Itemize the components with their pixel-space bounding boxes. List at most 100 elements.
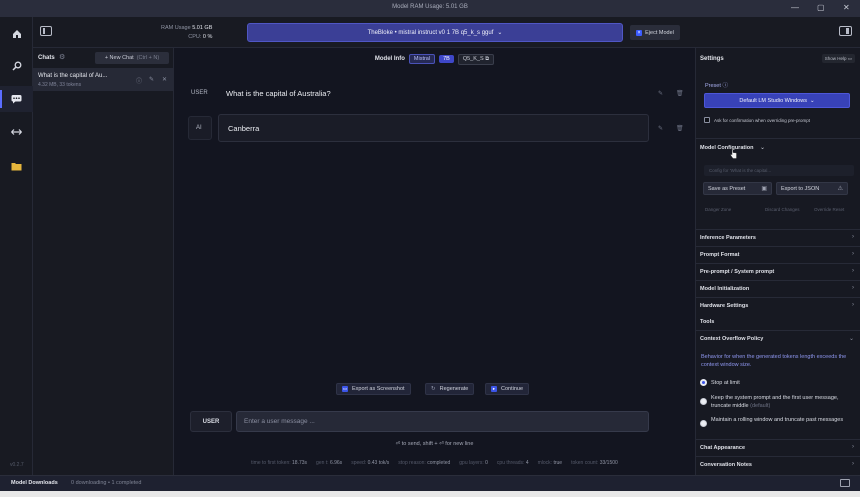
chevron-down-icon: ⌄ bbox=[760, 145, 766, 151]
mouse-cursor-icon bbox=[730, 148, 737, 160]
chat-icon[interactable] bbox=[0, 86, 33, 112]
sidebar-toggle-icon[interactable] bbox=[40, 26, 52, 36]
section-inference-parameters[interactable]: Inference Parameters › bbox=[696, 229, 860, 246]
model-config-toggle[interactable]: Model Configuration ⌄ bbox=[696, 138, 860, 160]
minimize-icon[interactable]: — bbox=[791, 3, 799, 12]
stat-item: token count: 33/1500 bbox=[571, 460, 618, 466]
chats-header: Chats ⚙ + New Chat (Ctrl + N) bbox=[33, 48, 174, 69]
ram-usage: RAM Usage 5.01 GB CPU: 0 % bbox=[161, 25, 213, 40]
section-conversation-notes[interactable]: Conversation Notes › bbox=[696, 456, 860, 473]
stat-item: gpu layers: 0 bbox=[459, 460, 488, 466]
send-hint: ⏎ to send, shift + ⏎ for new line bbox=[395, 441, 474, 447]
save-icon: ▣ bbox=[761, 186, 767, 192]
regenerate-button[interactable]: ↻ Regenerate bbox=[425, 383, 475, 395]
maximize-icon[interactable]: ▢ bbox=[817, 3, 825, 12]
section-hardware-settings[interactable]: Hardware Settings › bbox=[696, 297, 860, 314]
composer-role-toggle[interactable]: USER bbox=[190, 411, 232, 432]
export-screenshot-button[interactable]: ▭ Export as Screenshot bbox=[336, 383, 411, 395]
chevron-right-icon: › bbox=[852, 302, 854, 308]
info-icon[interactable]: ⓘ bbox=[136, 76, 142, 85]
section-model-initialization[interactable]: Model Initialization › bbox=[696, 280, 860, 297]
eject-model-button[interactable]: × Eject Model bbox=[630, 25, 680, 40]
message-role: AI bbox=[196, 125, 202, 131]
discard-changes-button[interactable]: Discard Changes bbox=[765, 207, 800, 212]
model-select-label: TheBloke • mistral instruct v0 1 7B q5_k… bbox=[367, 29, 494, 36]
policy-option-truncate-middle[interactable]: Keep the system prompt and the first use… bbox=[700, 394, 850, 410]
close-icon[interactable]: ✕ bbox=[843, 3, 850, 12]
preset-label: Preset ⓘ bbox=[705, 83, 728, 89]
ai-message[interactable] bbox=[218, 114, 649, 142]
edit-icon[interactable]: ✎ bbox=[149, 76, 154, 83]
danger-zone-label: Danger Zone bbox=[705, 207, 732, 212]
edit-icon[interactable]: ✎ bbox=[658, 90, 663, 97]
ai-message-text: Canberra bbox=[228, 124, 260, 133]
chevron-down-icon: ⌄ bbox=[497, 30, 503, 36]
screenshot-icon: ▭ bbox=[342, 386, 348, 392]
model-select[interactable]: TheBloke • mistral instruct v0 1 7B q5_k… bbox=[247, 23, 623, 42]
panel-icon[interactable] bbox=[840, 479, 850, 487]
nav-rail: v0.2.7 bbox=[0, 17, 33, 475]
stat-item: cpu threads: 4 bbox=[496, 460, 529, 466]
title-bar: Model RAM Usage: 5.01 GB — ▢ ✕ bbox=[0, 0, 860, 17]
section-chat-appearance[interactable]: Chat Appearance › bbox=[696, 439, 860, 456]
window-title: Model RAM Usage: 5.01 GB bbox=[392, 4, 468, 10]
export-json-button[interactable]: Export to JSON ⚠ bbox=[776, 182, 848, 195]
copy-icon: ⧉ bbox=[485, 55, 490, 62]
show-help-toggle[interactable]: Show Help ▭ bbox=[821, 54, 855, 63]
preset-select[interactable]: Default LM Studio Windows ⌄ bbox=[704, 93, 850, 108]
section-prompt-format[interactable]: Prompt Format › bbox=[696, 246, 860, 263]
config-name-field[interactable]: Config for 'What is the capital... bbox=[704, 165, 854, 176]
section-pre-prompt[interactable]: Pre-prompt / System prompt › bbox=[696, 263, 860, 280]
bottom-strip bbox=[0, 491, 860, 497]
folder-icon[interactable] bbox=[0, 153, 33, 179]
trash-icon[interactable]: 🗑 bbox=[676, 90, 684, 97]
message-input[interactable] bbox=[236, 411, 649, 432]
stat-item: time to first token: 18.73s bbox=[251, 460, 308, 466]
radio-unselected[interactable] bbox=[700, 398, 707, 405]
chevron-right-icon: › bbox=[852, 285, 854, 291]
context-policy-description: Behavior for when the generated tokens l… bbox=[701, 354, 847, 368]
new-chat-button[interactable]: + New Chat (Ctrl + N) bbox=[95, 52, 169, 64]
gear-icon[interactable]: ⚙ bbox=[59, 53, 65, 61]
context-overflow-policy-toggle[interactable]: Context Overflow Policy ⌄ bbox=[696, 330, 860, 347]
policy-option-stop[interactable]: Stop at limit bbox=[700, 379, 740, 387]
message-role: USER bbox=[191, 90, 208, 96]
edit-icon[interactable]: ✎ bbox=[658, 125, 663, 132]
chevron-down-icon: ⌄ bbox=[809, 97, 815, 104]
chats-sidebar: Chats ⚙ + New Chat (Ctrl + N) What is th… bbox=[33, 48, 174, 475]
chevron-right-icon: › bbox=[852, 234, 854, 240]
settings-panel-toggle-icon[interactable] bbox=[839, 26, 852, 36]
policy-option-rolling-window[interactable]: Maintain a rolling window and truncate p… bbox=[700, 416, 850, 427]
chevron-down-icon: ⌄ bbox=[848, 336, 854, 342]
refresh-icon: ↻ bbox=[431, 386, 436, 392]
trash-icon[interactable]: 🗑 bbox=[676, 125, 684, 132]
model-downloads-button[interactable]: Model Downloads bbox=[11, 480, 58, 486]
stat-item: gen t: 6.96s bbox=[316, 460, 343, 466]
confirm-checkbox[interactable] bbox=[704, 117, 710, 123]
close-icon[interactable]: ✕ bbox=[162, 76, 167, 83]
downloads-progress: 0 downloading • 1 completed bbox=[71, 480, 142, 486]
info-icon: ⓘ bbox=[722, 83, 728, 89]
stat-item: speed: 0.43 tok/s bbox=[351, 460, 390, 466]
stat-item: mlock: true bbox=[537, 460, 563, 466]
chevron-right-icon: › bbox=[852, 444, 854, 450]
model-info-label: Model Info bbox=[374, 56, 405, 62]
play-icon: ▸ bbox=[491, 386, 497, 392]
generation-stats: time to first token: 18.73s gen t: 6.96s… bbox=[174, 460, 695, 466]
stat-item: stop reason: completed bbox=[398, 460, 451, 466]
override-reset-button[interactable]: Override Reset bbox=[814, 207, 844, 212]
radio-unselected[interactable] bbox=[700, 420, 707, 427]
model-family-tag: Mistral bbox=[408, 54, 436, 64]
continue-button[interactable]: ▸ Continue bbox=[485, 383, 530, 395]
save-preset-button[interactable]: Save as Preset ▣ bbox=[703, 182, 772, 195]
home-icon[interactable] bbox=[0, 21, 33, 47]
chat-main: Model Info Mistral 7B Q5_K_S ⧉ USER What… bbox=[174, 48, 695, 475]
search-icon[interactable] bbox=[0, 53, 33, 79]
model-quant-tag: Q5_K_S ⧉ bbox=[457, 53, 495, 65]
confirm-override-row[interactable]: Ask for confirmation when overriding pre… bbox=[704, 117, 810, 123]
status-bar: Model Downloads 0 downloading • 1 comple… bbox=[0, 475, 860, 491]
radio-selected[interactable] bbox=[700, 379, 707, 386]
arrows-icon[interactable] bbox=[0, 119, 33, 145]
chat-list-item[interactable]: What is the capital of Au... 4.32 MB, 33… bbox=[33, 69, 173, 91]
chat-item-meta: 4.32 MB, 33 tokens bbox=[38, 82, 82, 88]
